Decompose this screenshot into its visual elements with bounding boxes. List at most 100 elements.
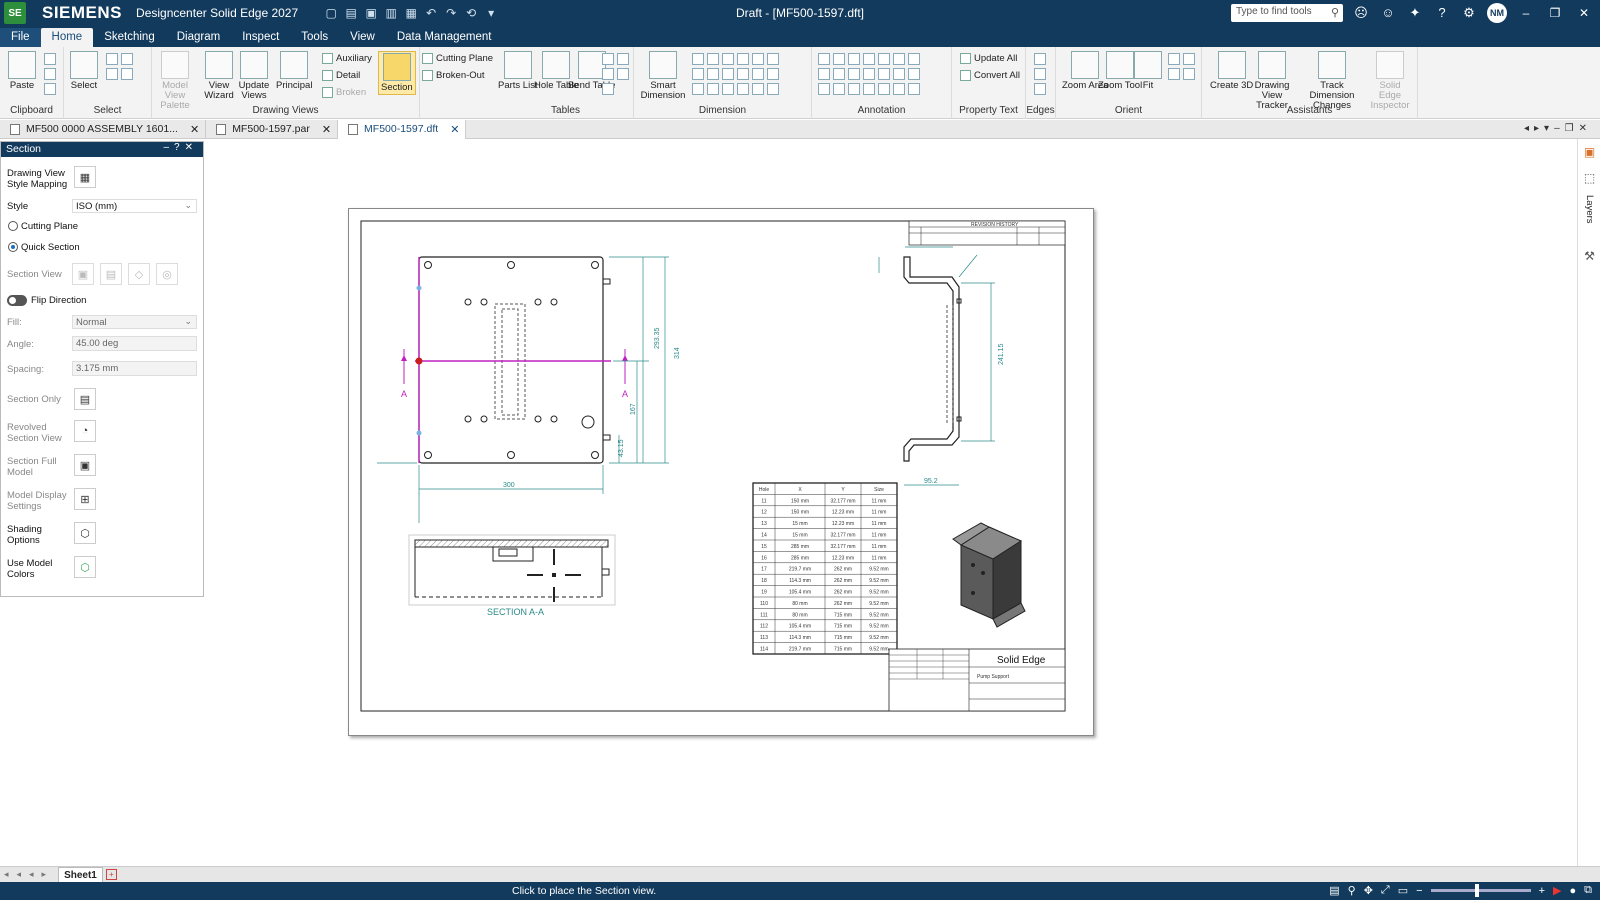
- ann-tool-12-icon[interactable]: [878, 68, 890, 80]
- panel-close-icon[interactable]: ✕: [185, 142, 198, 153]
- help-icon[interactable]: ?: [1433, 4, 1451, 22]
- section-button[interactable]: Section: [378, 51, 416, 95]
- table-tool-3-icon[interactable]: [602, 68, 614, 80]
- feedback-sad-icon[interactable]: ☹: [1352, 4, 1370, 22]
- ann-tool-10-icon[interactable]: [848, 68, 860, 80]
- select-tool-1-icon[interactable]: [106, 53, 118, 65]
- table-tool-2-icon[interactable]: [617, 53, 629, 65]
- dim-tool-2-icon[interactable]: [707, 53, 719, 65]
- redo-icon[interactable]: ↷: [444, 6, 458, 20]
- front-view[interactable]: [401, 256, 628, 464]
- doc-tab-assembly[interactable]: MF500 0000 ASSEMBLY 1601... ✕: [0, 120, 207, 139]
- dim-tool-12-icon[interactable]: [767, 68, 779, 80]
- use-model-colors-button[interactable]: ⬡: [74, 556, 96, 578]
- orient-tool-1-icon[interactable]: [1168, 53, 1180, 65]
- quick-section-radio[interactable]: [8, 242, 18, 252]
- section-a-a-view[interactable]: [408, 534, 616, 606]
- scroll-left-icon[interactable]: ◂: [1524, 123, 1534, 134]
- ann-tool-21-icon[interactable]: [908, 83, 920, 95]
- orient-tool-2-icon[interactable]: [1183, 53, 1195, 65]
- update-views-button[interactable]: Update Views: [238, 51, 270, 101]
- minimize-window-icon[interactable]: –: [1516, 6, 1536, 20]
- properties-icon[interactable]: ▦: [404, 6, 418, 20]
- add-sheet-icon[interactable]: +: [105, 869, 117, 880]
- close-window-icon[interactable]: ✕: [1574, 6, 1594, 20]
- ann-tool-14-icon[interactable]: [908, 68, 920, 80]
- format-painter-icon[interactable]: [44, 83, 56, 95]
- panel-help-icon[interactable]: ?: [174, 142, 185, 153]
- drawing-view-tracker-button[interactable]: Drawing View Tracker: [1248, 51, 1296, 111]
- zoom-slider[interactable]: [1430, 884, 1531, 897]
- print-icon[interactable]: ▥: [384, 6, 398, 20]
- zoom-slider-knob[interactable]: [1474, 884, 1479, 897]
- menu-tab-inspect[interactable]: Inspect: [231, 28, 290, 47]
- section-only-button[interactable]: ▤: [74, 388, 96, 410]
- dim-tool-11-icon[interactable]: [752, 68, 764, 80]
- layers-tab[interactable]: Layers: [1584, 195, 1595, 224]
- section-view-type-3-icon[interactable]: ◇: [128, 263, 150, 285]
- library-icon[interactable]: ▣: [1582, 145, 1597, 160]
- menu-tab-diagram[interactable]: Diagram: [166, 28, 231, 47]
- fit-status-icon[interactable]: ⤢: [1381, 884, 1390, 897]
- zoom-area-status-icon[interactable]: ⚲: [1348, 884, 1356, 897]
- doc-close-icon[interactable]: ✕: [1579, 123, 1592, 134]
- select-tools-icon[interactable]: ⬚: [1582, 171, 1597, 186]
- dim-tool-3-icon[interactable]: [722, 53, 734, 65]
- ann-tool-8-icon[interactable]: [818, 68, 830, 80]
- doc-tab-part[interactable]: MF500-1597.par ✕: [206, 120, 339, 139]
- save-icon[interactable]: ▣: [364, 6, 378, 20]
- screen-capture-icon[interactable]: ⧉: [1584, 884, 1592, 897]
- style-mapping-button[interactable]: ▦: [74, 166, 96, 188]
- angle-input[interactable]: 45.00 deg: [72, 336, 197, 351]
- revolved-section-button[interactable]: ◔: [74, 420, 96, 442]
- create-3d-button[interactable]: Create 3D: [1210, 51, 1253, 91]
- sheet-setup-icon[interactable]: ▭: [1398, 884, 1408, 897]
- cut-icon[interactable]: [44, 53, 56, 65]
- cutting-plane-button[interactable]: Cutting Plane: [422, 53, 493, 64]
- select-button[interactable]: Select: [70, 51, 98, 91]
- ann-tool-15-icon[interactable]: [818, 83, 830, 95]
- drawing-canvas[interactable]: A A 300 293.35 314 167 43.15 SECTION A-A…: [204, 139, 1577, 866]
- view-icon[interactable]: ▤: [1329, 884, 1339, 897]
- ann-tool-18-icon[interactable]: [863, 83, 875, 95]
- select-tool-2-icon[interactable]: [121, 53, 133, 65]
- dim-tool-7-icon[interactable]: [692, 68, 704, 80]
- dim-tool-9-icon[interactable]: [722, 68, 734, 80]
- style-select[interactable]: ISO (mm) ⌄: [72, 199, 197, 213]
- section-view-type-1-icon[interactable]: ▣: [72, 263, 94, 285]
- restore-window-icon[interactable]: ❐: [1545, 6, 1565, 20]
- orient-tool-4-icon[interactable]: [1183, 68, 1195, 80]
- parts-list-button[interactable]: Parts List: [498, 51, 538, 91]
- ann-tool-19-icon[interactable]: [878, 83, 890, 95]
- isometric-view[interactable]: [952, 522, 1026, 628]
- solid-edge-app-icon[interactable]: SE: [4, 2, 26, 24]
- edges-tool-1-icon[interactable]: [1034, 53, 1046, 65]
- menu-tab-home[interactable]: Home: [40, 28, 94, 47]
- model-view-palette-button[interactable]: Model View Palette: [156, 51, 194, 111]
- dim-tool-10-icon[interactable]: [737, 68, 749, 80]
- orient-tool-3-icon[interactable]: [1168, 68, 1180, 80]
- ann-tool-1-icon[interactable]: [818, 53, 830, 65]
- track-dimension-changes-button[interactable]: Track Dimension Changes: [1302, 51, 1362, 111]
- ann-tool-5-icon[interactable]: [878, 53, 890, 65]
- menu-file[interactable]: File: [0, 28, 41, 47]
- open-icon[interactable]: ▤: [344, 6, 358, 20]
- doc-minimize-icon[interactable]: –: [1554, 123, 1565, 134]
- doc-tab-draft[interactable]: MF500-1597.dft ✕: [338, 120, 467, 139]
- table-tool-1-icon[interactable]: [602, 53, 614, 65]
- dim-tool-16-icon[interactable]: [737, 83, 749, 95]
- dim-tool-14-icon[interactable]: [707, 83, 719, 95]
- tab-list-icon[interactable]: ▾: [1544, 123, 1554, 134]
- section-view-type-2-icon[interactable]: ▤: [100, 263, 122, 285]
- copy-icon[interactable]: [44, 68, 56, 80]
- hole-table[interactable]: Hole X Y Size11 150 mm 32.177 mm 11 mm12 150 mm…: [752, 482, 898, 655]
- dim-tool-15-icon[interactable]: [722, 83, 734, 95]
- flip-direction-toggle[interactable]: [7, 295, 27, 306]
- dim-tool-5-icon[interactable]: [752, 53, 764, 65]
- dim-tool-8-icon[interactable]: [707, 68, 719, 80]
- ann-tool-6-icon[interactable]: [893, 53, 905, 65]
- solid-edge-inspector-button[interactable]: Solid Edge Inspector: [1368, 51, 1412, 111]
- select-tool-4-icon[interactable]: [121, 68, 133, 80]
- edges-tool-3-icon[interactable]: [1034, 83, 1046, 95]
- convert-all-button[interactable]: Convert All: [960, 70, 1020, 81]
